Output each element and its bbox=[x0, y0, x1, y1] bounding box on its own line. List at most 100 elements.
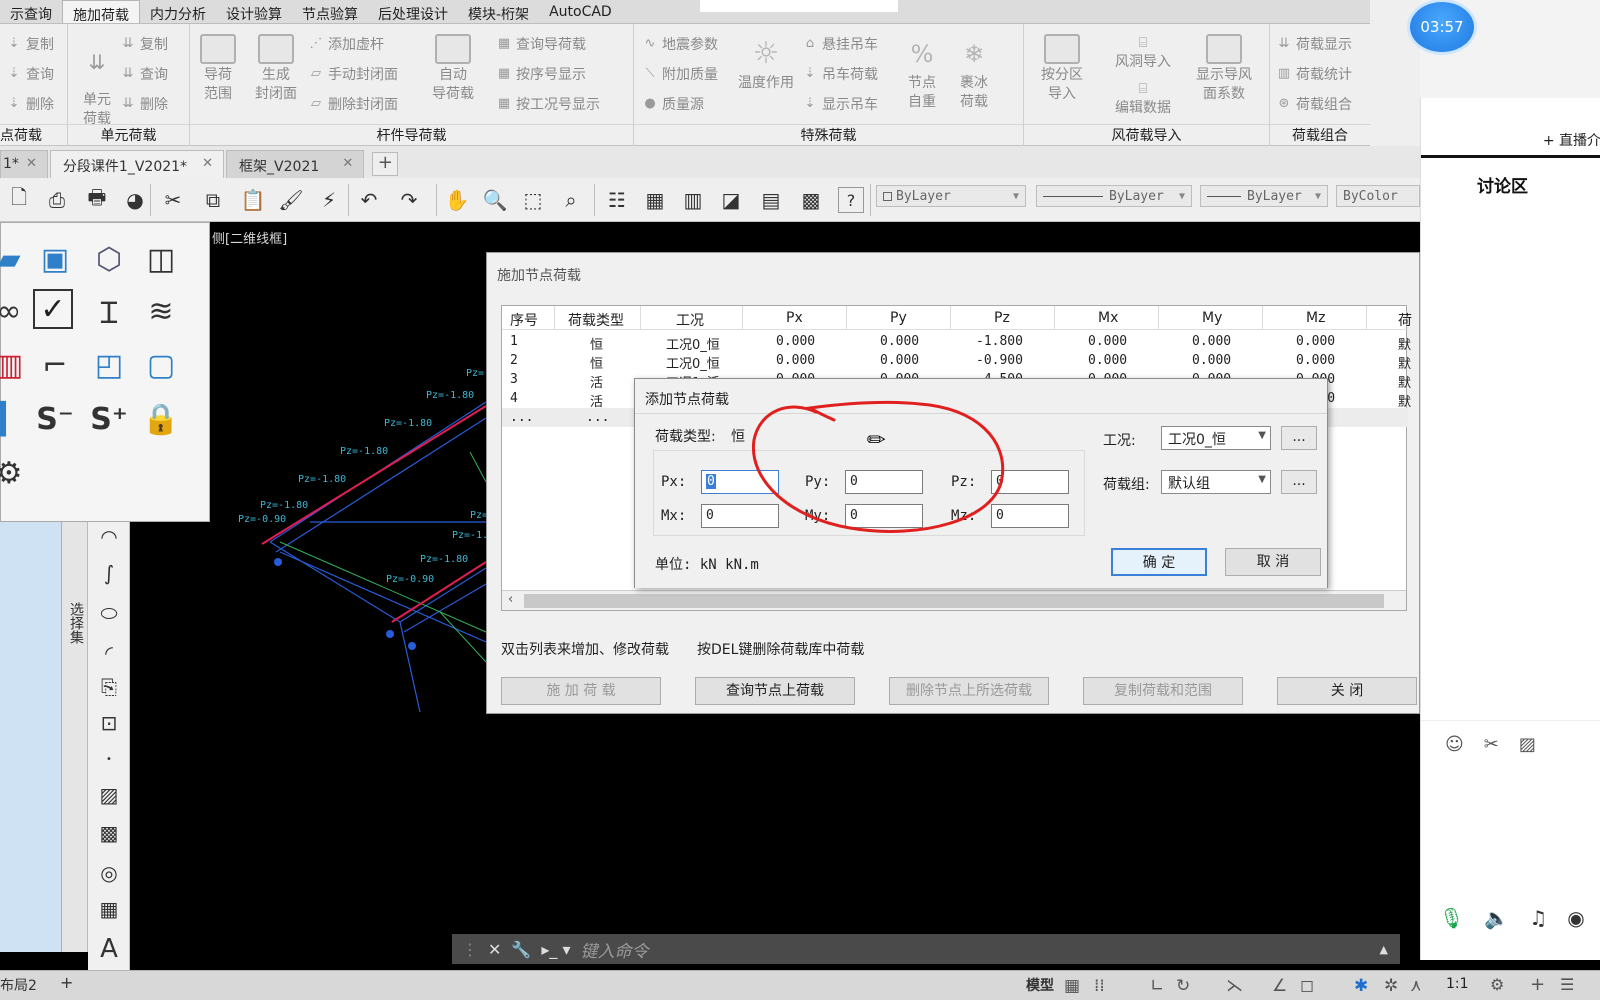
boundary-icon[interactable]: ◎ bbox=[94, 858, 124, 888]
speaker-icon[interactable]: 🔈 bbox=[1484, 906, 1509, 930]
customize-icon[interactable]: ☰ bbox=[1560, 975, 1574, 994]
tab-segment-courseware[interactable]: 分段课件1_V2021* ✕ bbox=[49, 150, 225, 178]
globe-icon[interactable]: ◕ bbox=[120, 185, 150, 215]
lineweight-dropdown[interactable]: ByLayer ▼ bbox=[1200, 185, 1328, 207]
wind-tunnel-import-button[interactable]: ⌸ 风洞导入 bbox=[1110, 34, 1176, 72]
load-stats-button[interactable]: ▥ 荷载统计 bbox=[1276, 64, 1352, 84]
auto-scale-icon[interactable]: ✲ bbox=[1384, 976, 1398, 996]
node-delete-button[interactable]: ⇣ 删除 bbox=[6, 94, 54, 114]
guide-range-button[interactable]: 导荷 范围 bbox=[196, 34, 240, 104]
image-icon[interactable]: ▨ bbox=[1519, 734, 1536, 755]
box-icon[interactable]: ▰ bbox=[0, 237, 31, 281]
hatch-icon[interactable]: ▨ bbox=[94, 780, 124, 810]
help-icon[interactable]: ? bbox=[838, 187, 864, 213]
command-input[interactable]: 键入命令 bbox=[580, 937, 648, 962]
menu-item-query[interactable]: 示查询 bbox=[0, 0, 62, 23]
menu-item-design-check[interactable]: 设计验算 bbox=[216, 0, 292, 23]
hanging-crane-button[interactable]: ⌂ 悬挂吊车 bbox=[802, 34, 878, 54]
plus-icon[interactable]: + bbox=[1530, 974, 1545, 995]
zoom-realtime-icon[interactable]: 🔍 bbox=[480, 185, 510, 215]
table-row[interactable]: 1 恒 工况0_恒 0.000 0.000 -1.800 0.000 0.000… bbox=[502, 332, 1411, 353]
music-icon[interactable]: ♫ bbox=[1529, 906, 1547, 930]
column-header[interactable]: Py bbox=[890, 310, 907, 326]
chevron-left-icon[interactable]: ‹ bbox=[508, 592, 513, 607]
column-header[interactable]: Mx bbox=[1098, 310, 1118, 326]
mz-input[interactable]: 0 bbox=[991, 504, 1069, 528]
block-editor-icon[interactable]: ⚡ bbox=[314, 185, 344, 215]
properties-icon[interactable]: ☷ bbox=[602, 185, 632, 215]
horizontal-scrollbar[interactable]: ‹ bbox=[502, 590, 1406, 610]
s-minus-icon[interactable]: S⁻ bbox=[33, 397, 77, 441]
object-snap-icon[interactable]: ◻ bbox=[1300, 976, 1314, 996]
copy-icon[interactable]: ⧉ bbox=[198, 185, 228, 215]
copy-load-range-button[interactable]: 复制荷载和范围 bbox=[1083, 677, 1243, 705]
close-icon[interactable]: ✕ bbox=[202, 156, 213, 171]
seismic-params-button[interactable]: ∿ 地震参数 bbox=[642, 34, 718, 54]
py-input[interactable]: 0 bbox=[845, 470, 923, 494]
element-copy-button[interactable]: ⇊ 复制 bbox=[120, 34, 168, 54]
ortho-icon[interactable]: ∟ bbox=[1150, 976, 1164, 996]
query-guide-load-button[interactable]: ▦ 查询导荷载 bbox=[496, 34, 586, 54]
load-group-select[interactable]: 默认组 ▼ bbox=[1161, 470, 1271, 494]
case-select[interactable]: 工况0_恒 ▼ bbox=[1161, 426, 1271, 450]
manual-closed-surface-button[interactable]: ▱ 手动封闭面 bbox=[308, 64, 398, 84]
scissors-icon[interactable]: ✂ bbox=[1484, 734, 1499, 755]
element-load-button[interactable]: ⇊ 单元 荷载 bbox=[74, 34, 120, 129]
column-header[interactable]: 工况 bbox=[676, 310, 704, 330]
ellipse-arc-icon[interactable]: ◜ bbox=[94, 638, 124, 668]
crane-load-button[interactable]: ⇣ 吊车荷载 bbox=[802, 64, 878, 84]
grid-icon[interactable]: ▦ bbox=[1064, 976, 1080, 996]
cut-icon[interactable]: ✂ bbox=[158, 185, 188, 215]
node-copy-button[interactable]: ⇣ 复制 bbox=[6, 34, 54, 54]
microphone-icon[interactable]: 🎙 bbox=[1439, 906, 1464, 930]
column-header[interactable]: Px bbox=[786, 310, 803, 326]
delete-closed-surface-button[interactable]: ▱ 删除封闭面 bbox=[308, 94, 398, 114]
ok-button[interactable]: 确 定 bbox=[1111, 548, 1207, 576]
layout-tab[interactable]: 布局2 bbox=[0, 975, 37, 995]
show-wind-coefficient-button[interactable]: 显示导风 面系数 bbox=[1192, 34, 1256, 104]
column-header[interactable]: My bbox=[1202, 310, 1222, 326]
cube-wire-icon[interactable]: ⬡ bbox=[87, 237, 131, 281]
column-header[interactable]: 荷 bbox=[1398, 310, 1412, 330]
column-header[interactable]: 序号 bbox=[510, 310, 538, 330]
close-button[interactable]: 关 闭 bbox=[1277, 677, 1417, 705]
ice-load-button[interactable]: ❄ 裹冰 荷载 bbox=[952, 34, 996, 112]
ellipse-icon[interactable]: ⬭ bbox=[94, 598, 124, 628]
menu-item-apply-load[interactable]: 施加荷载 bbox=[62, 0, 140, 24]
menu-item-truss-module[interactable]: 模块-桁架 bbox=[458, 0, 539, 23]
mass-source-button[interactable]: ● 质量源 bbox=[642, 94, 704, 114]
plot-style-dropdown[interactable]: ByColor bbox=[1336, 185, 1420, 207]
pan-hand-icon[interactable]: ✋ bbox=[442, 185, 472, 215]
camera-icon[interactable]: ◉ bbox=[1567, 906, 1584, 930]
display-by-order-button[interactable]: ▦ 按序号显示 bbox=[496, 64, 586, 84]
region-icon[interactable]: ◰ bbox=[87, 343, 131, 387]
rectangle-icon[interactable]: ▢ bbox=[139, 343, 183, 387]
make-block-icon[interactable]: ⊡ bbox=[94, 708, 124, 738]
scrollbar-thumb[interactable] bbox=[524, 594, 1384, 608]
load-display-button[interactable]: ⇊ 荷载显示 bbox=[1276, 34, 1352, 54]
s-plus-icon[interactable]: S⁺ bbox=[87, 397, 131, 441]
multiline-text-icon[interactable]: A bbox=[94, 934, 124, 964]
selection-set-tab[interactable]: 选择集 bbox=[62, 522, 88, 952]
link-icon[interactable]: ∞ bbox=[0, 289, 31, 333]
model-space-toggle[interactable]: 模型 bbox=[1026, 975, 1054, 995]
discussion-tab[interactable]: 讨论区 bbox=[1477, 172, 1528, 197]
query-node-load-button[interactable]: 查询节点上荷载 bbox=[695, 677, 855, 705]
bar-icon[interactable]: ▍ bbox=[0, 397, 31, 441]
i-beam-icon[interactable]: Ɪ bbox=[87, 289, 131, 333]
zone-import-button[interactable]: 按分区 导入 bbox=[1034, 34, 1090, 104]
redo-icon[interactable]: ↷ bbox=[394, 185, 424, 215]
extra-mass-button[interactable]: ⟍ 附加质量 bbox=[642, 64, 718, 84]
gear-icon[interactable]: ⚙ bbox=[1490, 975, 1504, 994]
linetype-dropdown[interactable]: ByLayer ▼ bbox=[1036, 185, 1192, 207]
close-icon[interactable]: ✕ bbox=[342, 156, 353, 171]
column-header[interactable]: 荷载类型 bbox=[568, 310, 624, 330]
snap-icon[interactable]: ⁞⁞ bbox=[1094, 976, 1105, 996]
close-icon[interactable]: ✕ bbox=[488, 940, 501, 959]
isodraft-icon[interactable]: ⋋ bbox=[1226, 976, 1243, 996]
print-preview-icon[interactable]: ⎙ bbox=[42, 185, 72, 215]
add-virtual-member-button[interactable]: ⋰ 添加虚杆 bbox=[308, 34, 385, 54]
my-input[interactable]: 0 bbox=[845, 504, 923, 528]
table-icon[interactable]: ▦ bbox=[94, 894, 124, 924]
load-combination-button[interactable]: ⊛ 荷载组合 bbox=[1276, 94, 1352, 114]
